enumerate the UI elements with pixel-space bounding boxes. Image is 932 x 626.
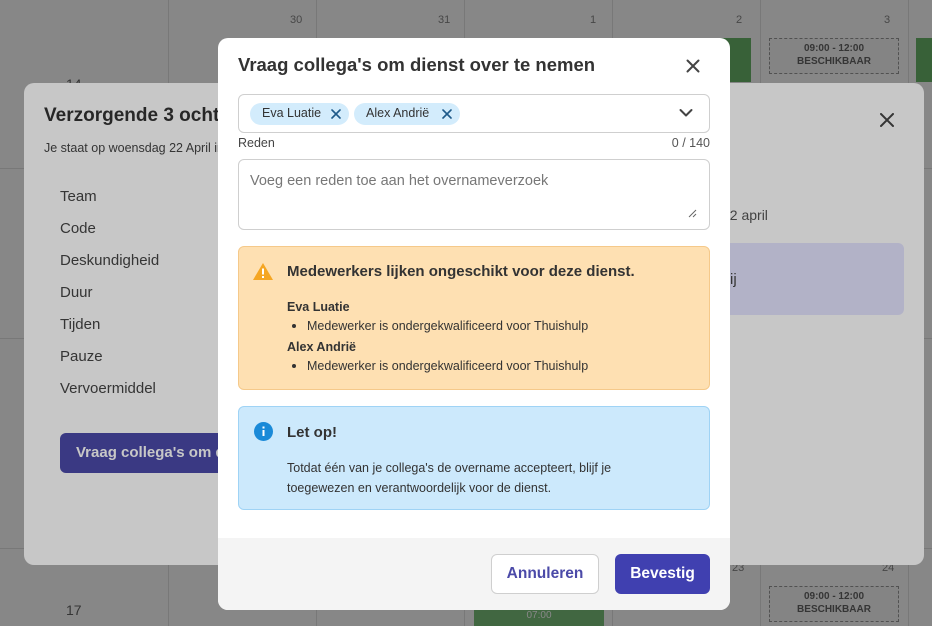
warning-reason: Medewerker is ondergekwalificeerd voor T… — [287, 319, 588, 339]
remove-icon[interactable] — [442, 109, 452, 119]
reason-label: Reden — [238, 136, 275, 150]
cancel-button[interactable]: Annuleren — [491, 554, 599, 594]
warning-title: Medewerkers lijken ongeschikt voor deze … — [287, 263, 635, 280]
unsuitable-warning-alert: Medewerkers lijken ongeschikt voor deze … — [238, 246, 710, 390]
warning-list: Eva Luatie Medewerker is ondergekwalific… — [287, 299, 588, 379]
modal-title: Vraag collega's om dienst over te nemen — [238, 54, 596, 75]
reason-textarea[interactable] — [238, 159, 710, 230]
warning-employee-name: Alex Andrië — [287, 340, 357, 354]
info-alert: Let op! Totdat één van je collega's de o… — [238, 406, 710, 510]
info-title: Let op! — [287, 424, 337, 441]
close-icon[interactable] — [686, 59, 700, 73]
confirm-button[interactable]: Bevestig — [615, 554, 710, 594]
colleague-multiselect[interactable]: Eva Luatie Alex Andrië — [238, 94, 710, 133]
reason-char-counter: 0 / 140 — [671, 136, 710, 150]
colleague-chip-label: Alex Andrië — [366, 106, 430, 120]
takeover-request-modal: Vraag collega's om dienst over te nemen … — [218, 38, 730, 610]
warning-employee-name: Eva Luatie — [287, 300, 350, 314]
warning-icon — [253, 263, 273, 280]
remove-icon[interactable] — [331, 109, 341, 119]
colleague-chip-label: Eva Luatie — [262, 106, 322, 120]
info-text: Totdat één van je collega's de overname … — [287, 461, 612, 495]
chevron-down-icon[interactable] — [679, 108, 693, 118]
warning-reason: Medewerker is ondergekwalificeerd voor T… — [287, 359, 588, 379]
info-icon — [254, 422, 273, 441]
colleague-chip: Alex Andrië — [354, 103, 460, 125]
colleague-chip: Eva Luatie — [250, 103, 349, 125]
modal-footer: Annuleren Bevestig — [218, 538, 730, 610]
